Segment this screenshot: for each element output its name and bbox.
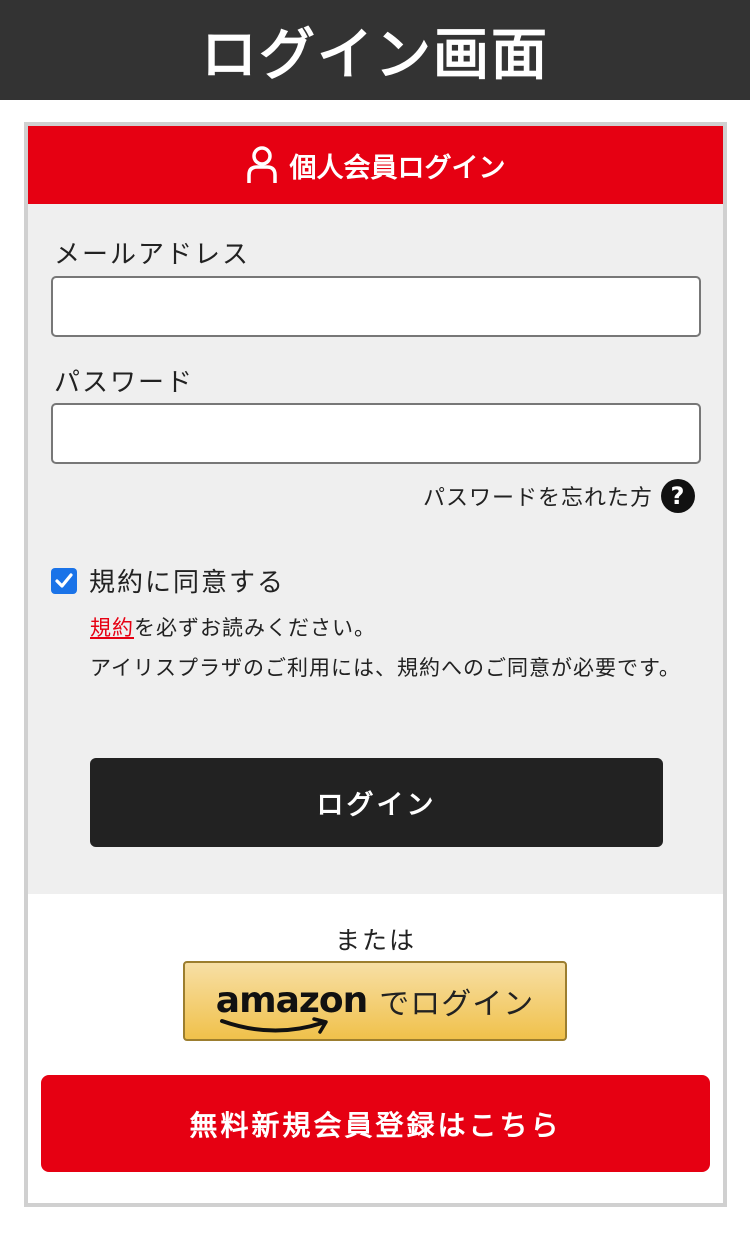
page-banner-title: ログイン画面 — [0, 0, 750, 100]
amazon-logo-text: amazon — [215, 980, 368, 1021]
amazon-logo: amazon — [215, 980, 368, 1034]
agree-label: 規約に同意する — [89, 568, 286, 598]
user-icon — [246, 145, 278, 185]
login-button[interactable]: ログイン — [90, 758, 663, 847]
password-field[interactable] — [51, 403, 701, 464]
terms-note-rest: を必ずお読みください。 — [134, 616, 376, 640]
password-label: パスワード — [54, 368, 195, 398]
email-field[interactable] — [51, 276, 701, 337]
amazon-login-label: でログイン — [379, 987, 535, 1022]
amazon-smile-icon — [219, 1017, 328, 1034]
terms-notes: 規約を必ずお読みください。 アイリスプラザのご利用には、規約へのご同意が必要です… — [90, 608, 690, 688]
email-label: メールアドレス — [54, 240, 251, 270]
register-button[interactable]: 無料新規会員登録はこちら — [41, 1075, 710, 1172]
or-divider-text: または — [334, 926, 416, 955]
panel-header-title: 個人会員ログイン — [289, 152, 506, 184]
help-icon[interactable]: ? — [661, 479, 695, 513]
amazon-login-button[interactable]: amazon でログイン — [183, 961, 567, 1041]
checkmark-icon — [55, 572, 73, 588]
forgot-password-label: パスワードを忘れた方 — [422, 486, 653, 511]
terms-note-requirement: アイリスプラザのご利用には、規約へのご同意が必要です。 — [90, 656, 681, 680]
login-panel: 個人会員ログイン メールアドレス パスワード パスワードを忘れた方 ? 規約に同… — [24, 122, 727, 1207]
agree-checkbox[interactable] — [51, 567, 77, 594]
panel-header: 個人会員ログイン — [28, 126, 723, 204]
forgot-password-link[interactable]: パスワードを忘れた方 ? — [423, 479, 695, 513]
login-form: メールアドレス パスワード パスワードを忘れた方 ? 規約に同意する 規約を必ず… — [28, 204, 723, 894]
terms-link[interactable]: 規約 — [90, 616, 134, 640]
agree-row[interactable]: 規約に同意する — [51, 562, 285, 599]
